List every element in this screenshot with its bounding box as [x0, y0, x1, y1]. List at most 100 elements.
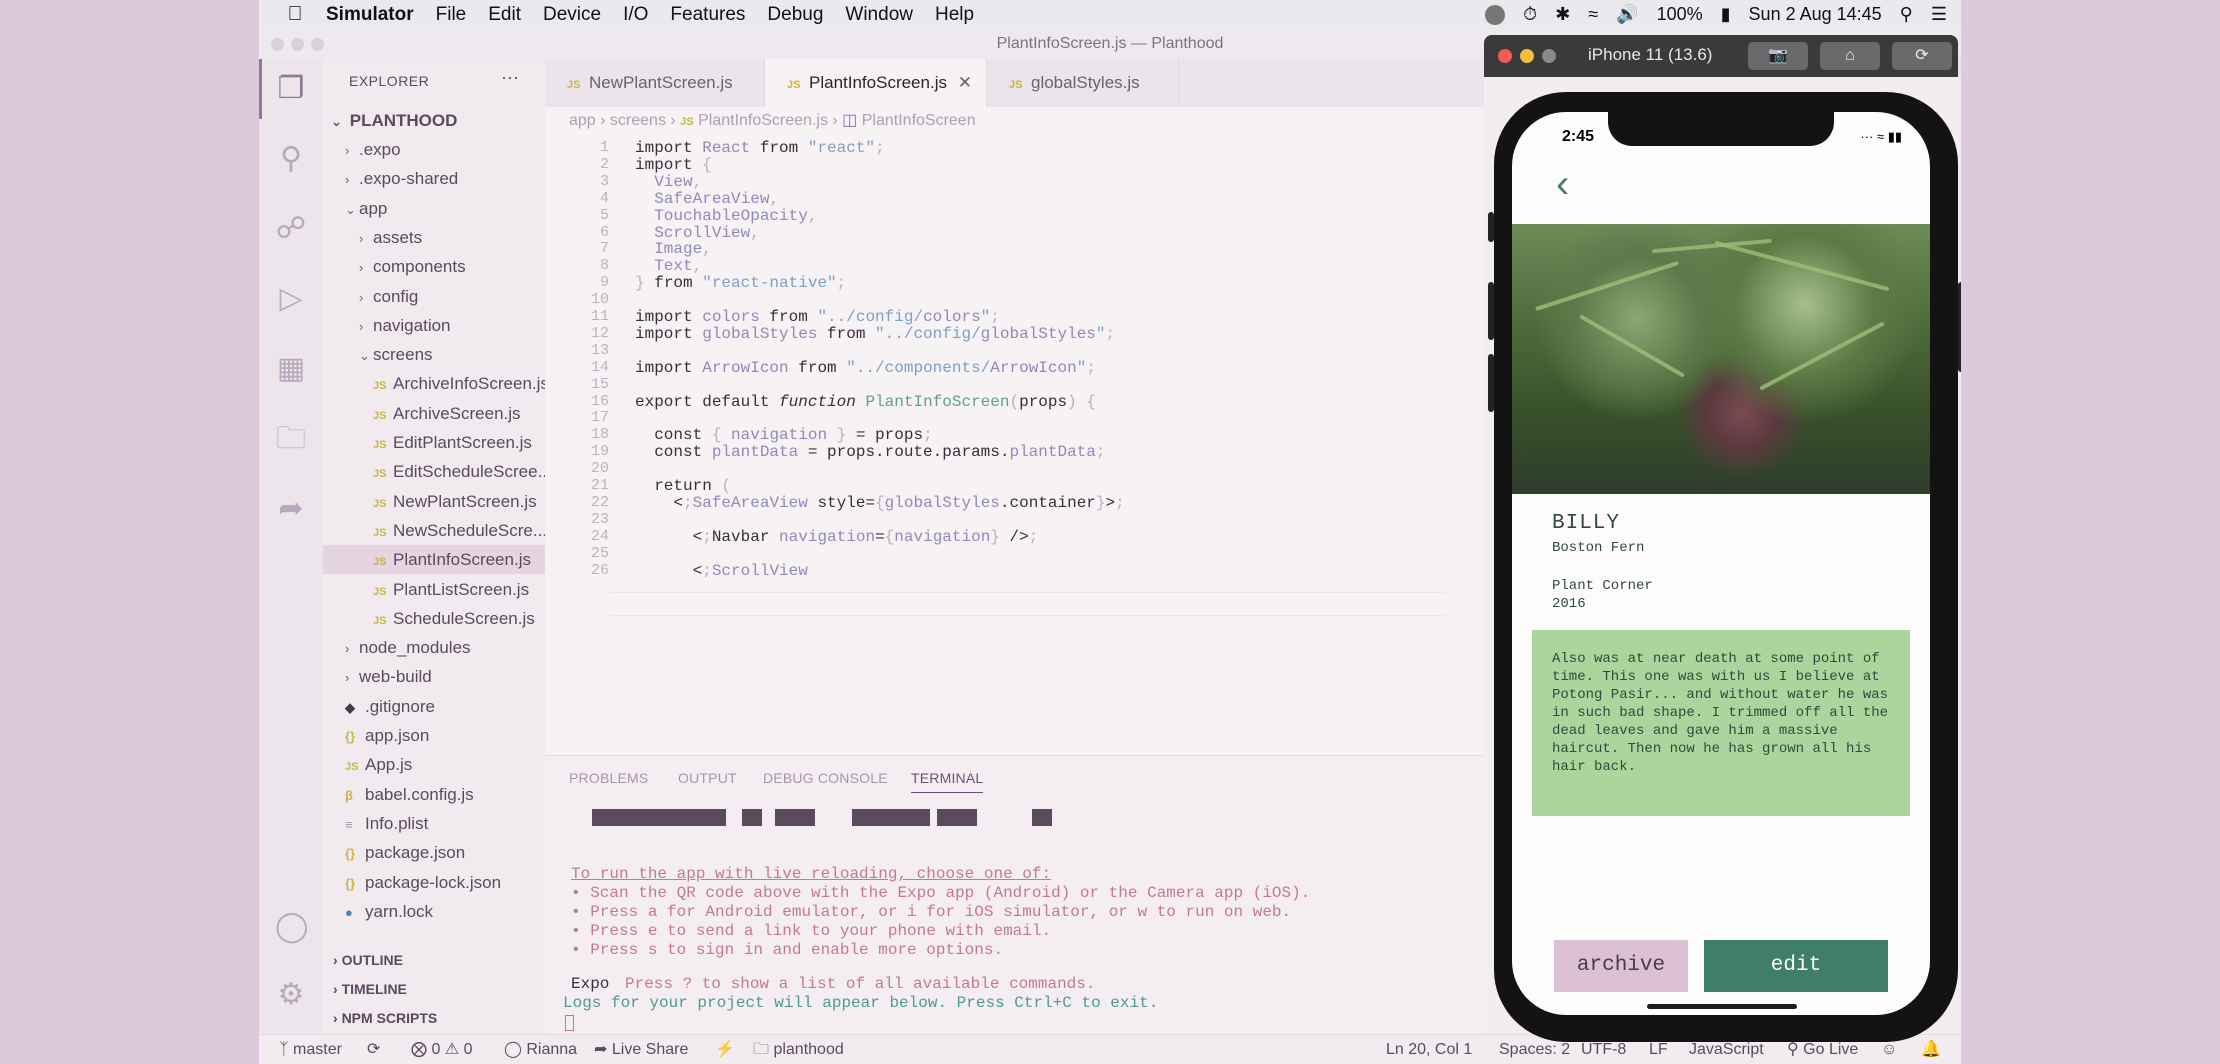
section-outline[interactable]: › OUTLINE [323, 946, 545, 975]
tab-newplantscreen[interactable]: JS NewPlantScreen.js [545, 59, 765, 107]
tree-item[interactable]: › assets [323, 223, 545, 252]
menu-io[interactable]: I/O [623, 4, 648, 26]
close-window-icon[interactable] [1498, 49, 1512, 63]
live-share-status[interactable]: ➦ Live Share [594, 1035, 688, 1064]
close-window-icon[interactable] [271, 38, 284, 51]
edit-button[interactable]: edit [1704, 940, 1888, 992]
menu-debug[interactable]: Debug [767, 4, 823, 26]
menu-edit[interactable]: Edit [488, 4, 521, 26]
zoom-window-icon[interactable] [311, 38, 324, 51]
project-root[interactable]: ⌄ PLANTHOOD [323, 106, 545, 135]
tree-item[interactable]: β babel.config.js [323, 780, 545, 809]
back-arrow-icon[interactable]: ‹ [1556, 164, 1569, 204]
simulator-titlebar: iPhone 11 (13.6) 📷 ⌂ ⟳ [1484, 35, 1958, 77]
user-indicator[interactable]: ◯ Rianna [504, 1035, 577, 1064]
source-control-icon[interactable]: ☍ [275, 213, 307, 245]
tree-item[interactable]: › node_modules [323, 633, 545, 662]
section-timeline[interactable]: › TIMELINE [323, 975, 545, 1004]
menu-app-name[interactable]: Simulator [326, 4, 414, 26]
crumb-file[interactable]: PlantInfoScreen.js [698, 112, 828, 129]
tree-item[interactable]: ● yarn.lock [323, 897, 545, 926]
tree-item[interactable]: JS NewScheduleScre... [323, 516, 545, 545]
tree-item[interactable]: JS App.js [323, 750, 545, 779]
terminal-cursor[interactable] [565, 1015, 574, 1031]
tree-item[interactable]: ◆ .gitignore [323, 692, 545, 721]
tree-item[interactable]: ≡ Info.plist [323, 809, 545, 838]
tree-item[interactable]: ⌄ app [323, 194, 545, 223]
section-npm-scripts[interactable]: › NPM SCRIPTS [323, 1004, 545, 1033]
crumb-symbol[interactable]: PlantInfoScreen [862, 112, 976, 129]
apple-icon[interactable]:  [284, 3, 306, 26]
volume-icon[interactable]: 🔊 [1616, 4, 1638, 25]
tree-item[interactable]: JS EditPlantScreen.js [323, 428, 545, 457]
menubar-datetime[interactable]: Sun 2 Aug 14:45 [1749, 4, 1882, 25]
tree-item[interactable]: {} app.json [323, 721, 545, 750]
branch-indicator[interactable]: ᛉ master [279, 1035, 342, 1064]
tree-item[interactable]: JS NewPlantScreen.js [323, 487, 545, 516]
crumb-screens[interactable]: screens [610, 112, 666, 129]
tree-item[interactable]: JS PlantListScreen.js [323, 575, 545, 604]
chevron-right-icon: › [359, 318, 364, 334]
run-debug-icon[interactable]: ▷ [275, 283, 307, 315]
account-icon[interactable]: ◯ [275, 911, 309, 943]
panel-tab-debug-console[interactable]: DEBUG CONSOLE [763, 770, 888, 786]
folder-indicator[interactable]: 🗀 planthood [753, 1035, 844, 1064]
tree-item[interactable]: {} package.json [323, 838, 545, 867]
minimize-window-icon[interactable] [1520, 49, 1534, 63]
tree-item[interactable]: JS ArchiveInfoScreen.js [323, 369, 545, 398]
notifications-icon[interactable]: 🔔 [1921, 1035, 1941, 1064]
extensions-icon[interactable]: ▦ [275, 353, 307, 385]
live-share-icon[interactable]: ➦ [275, 493, 307, 525]
tree-item[interactable]: JS PlantInfoScreen.js [323, 545, 545, 575]
folder-icon[interactable]: 🗀 [275, 423, 307, 455]
explorer-icon[interactable]: ❐ [275, 73, 307, 105]
menu-file[interactable]: File [436, 4, 467, 26]
panel-tab-problems[interactable]: PROBLEMS [569, 770, 648, 786]
tree-item[interactable]: › navigation [323, 311, 545, 340]
time-machine-icon[interactable]: ⏱ [1523, 4, 1537, 25]
panel-tab-output[interactable]: OUTPUT [678, 770, 737, 786]
archive-button[interactable]: archive [1554, 940, 1688, 992]
menu-device[interactable]: Device [543, 4, 601, 26]
zoom-window-icon[interactable] [1542, 49, 1556, 63]
tree-item[interactable]: ⌄ screens [323, 340, 545, 369]
battery-percent[interactable]: 100% [1657, 4, 1703, 25]
tree-item[interactable]: › .expo [323, 135, 545, 164]
tree-item[interactable]: JS EditScheduleScree... [323, 457, 545, 486]
bluetooth-icon[interactable]: ✱ [1555, 4, 1570, 25]
tree-item[interactable]: › web-build [323, 662, 545, 691]
lightning-icon[interactable]: ⚡ [715, 1035, 735, 1064]
tree-item[interactable]: › config [323, 282, 545, 311]
crumb-app[interactable]: app [569, 112, 596, 129]
spotlight-icon[interactable]: ⚲ [1900, 4, 1913, 25]
panel-tab-terminal[interactable]: TERMINAL [911, 770, 984, 793]
rotate-button[interactable]: ⟳ [1892, 42, 1952, 70]
battery-icon[interactable]: ▮ [1721, 4, 1731, 25]
cursor-position[interactable]: Ln 20, Col 1 [1386, 1035, 1472, 1064]
code-editor[interactable]: 1 import React from "react"; 2 import {3 Vi… [545, 135, 1445, 755]
control-center-icon[interactable]: ☰ [1931, 4, 1947, 25]
file-icon: ≡ [345, 816, 353, 832]
minimize-window-icon[interactable] [291, 38, 304, 51]
menu-window[interactable]: Window [845, 4, 913, 26]
home-button[interactable]: ⌂ [1820, 42, 1880, 70]
menu-help[interactable]: Help [935, 4, 974, 26]
screenshot-button[interactable]: 📷 [1748, 42, 1808, 70]
close-tab-icon[interactable]: ✕ [958, 59, 972, 107]
status-dot-icon[interactable] [1485, 4, 1506, 25]
problems-indicator[interactable]: ⨂ 0 ⚠ 0 [411, 1035, 473, 1064]
tab-globalstyles[interactable]: JS globalStyles.js [987, 59, 1179, 107]
code-line: SafeAreaView, [654, 189, 780, 208]
wifi-icon[interactable]: ≈ [1588, 4, 1598, 25]
search-icon[interactable]: ⚲ [275, 143, 307, 175]
tree-item[interactable]: JS ArchiveScreen.js [323, 399, 545, 428]
more-actions-icon[interactable]: ··· [501, 67, 519, 88]
tab-plantinfoscreen[interactable]: JS PlantInfoScreen.js ✕ [765, 59, 987, 107]
menu-features[interactable]: Features [670, 4, 745, 26]
tree-item[interactable]: JS ScheduleScreen.js [323, 604, 545, 633]
sync-icon[interactable]: ⟳ [367, 1035, 380, 1064]
tree-item[interactable]: {} package-lock.json [323, 868, 545, 897]
tree-item[interactable]: › .expo-shared [323, 164, 545, 193]
gear-icon[interactable]: ⚙ [275, 979, 307, 1011]
tree-item[interactable]: › components [323, 252, 545, 281]
